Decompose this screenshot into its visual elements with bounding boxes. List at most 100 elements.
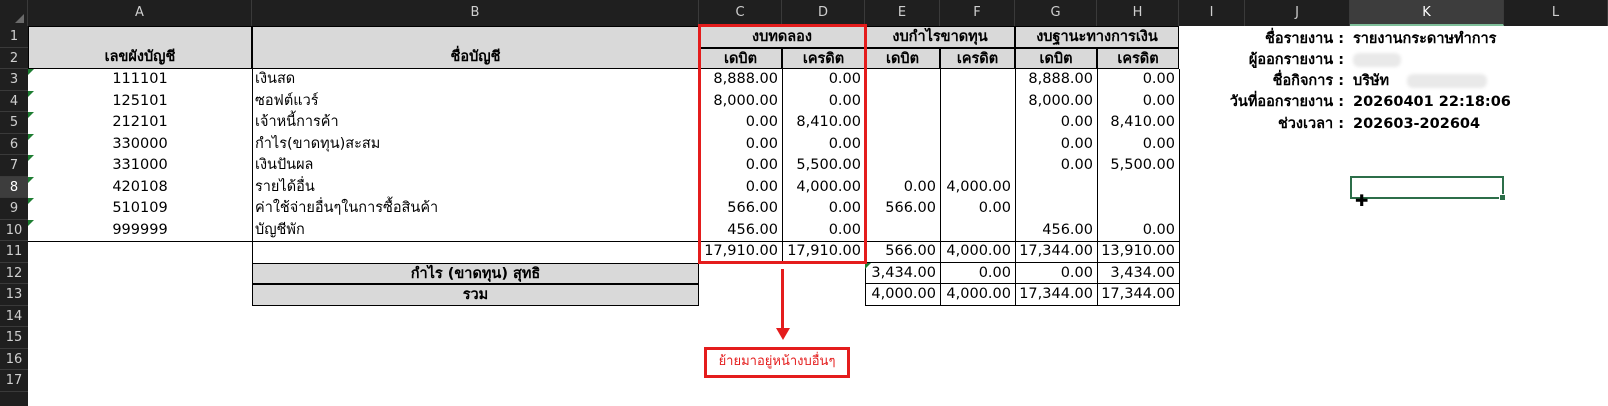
issuer-label[interactable]: ผู้ออกรายงาน :	[1193, 50, 1348, 71]
account-code-cell[interactable]: 125101	[28, 91, 252, 112]
pl-credit-cell[interactable]	[940, 69, 1015, 91]
row-header[interactable]: 1	[0, 26, 28, 48]
issue-date-value[interactable]: 20260401 22:18:06	[1350, 92, 1550, 113]
account-code-cell[interactable]: 999999	[28, 220, 252, 241]
net-profit-pl-credit[interactable]: 0.00	[940, 263, 1015, 284]
column-header-j[interactable]: J	[1245, 0, 1350, 26]
select-all-corner[interactable]	[0, 0, 28, 26]
pl-credit-cell[interactable]	[940, 134, 1015, 155]
bs-debit-cell[interactable]	[1015, 198, 1097, 220]
bs-credit-cell[interactable]	[1097, 177, 1179, 198]
net-profit-bs-credit[interactable]: 3,434.00	[1097, 263, 1179, 284]
bs-credit-cell[interactable]: 0.00	[1097, 220, 1179, 241]
bs-debit-cell[interactable]: 0.00	[1015, 112, 1097, 134]
pl-debit-cell[interactable]	[865, 69, 940, 91]
header-account-name[interactable]: ชื่อบัญชี	[252, 26, 699, 69]
account-code-cell[interactable]: 420108	[28, 177, 252, 198]
active-cell-selection[interactable]	[1350, 176, 1506, 201]
pl-debit-cell[interactable]: 0.00	[865, 177, 940, 198]
grand-total-bs-debit[interactable]: 17,344.00	[1015, 284, 1097, 306]
column-header-l[interactable]: L	[1504, 0, 1608, 26]
row-header[interactable]: 6	[0, 134, 28, 155]
report-name-label[interactable]: ชื่อรายงาน :	[1193, 29, 1348, 50]
total-pl-debit[interactable]: 566.00	[865, 241, 940, 263]
bs-credit-cell[interactable]: 0.00	[1097, 134, 1179, 155]
grand-total-label[interactable]: รวม	[252, 284, 699, 306]
bs-debit-cell[interactable]	[1015, 177, 1097, 198]
account-name-cell[interactable]: เงินสด	[252, 69, 699, 91]
total-bs-debit[interactable]: 17,344.00	[1015, 241, 1097, 263]
issuer-value-redacted[interactable]	[1350, 50, 1450, 71]
account-code-cell[interactable]: 111101	[28, 69, 252, 91]
bs-credit-cell[interactable]: 8,410.00	[1097, 112, 1179, 134]
account-name-cell[interactable]: รายได้อื่น	[252, 177, 699, 198]
pl-debit-cell[interactable]	[865, 134, 940, 155]
column-header-g[interactable]: G	[1015, 0, 1097, 26]
row-header[interactable]: 12	[0, 263, 28, 284]
column-header-h[interactable]: H	[1097, 0, 1179, 26]
bs-credit-cell[interactable]: 5,500.00	[1097, 155, 1179, 177]
account-name-cell[interactable]: ซอฟต์แวร์	[252, 91, 699, 112]
row-header[interactable]: 14	[0, 306, 28, 327]
bs-credit-cell[interactable]	[1097, 198, 1179, 220]
bs-debit-cell[interactable]: 0.00	[1015, 134, 1097, 155]
worksheet-grid[interactable]: เลขผังบัญชี ชื่อบัญชี งบทดลอง งบกำไรขาดท…	[28, 24, 1608, 406]
bs-debit-cell[interactable]: 8,000.00	[1015, 91, 1097, 112]
account-code-cell[interactable]: 212101	[28, 112, 252, 134]
pl-credit-cell[interactable]	[940, 220, 1015, 241]
row-header[interactable]: 11	[0, 241, 28, 263]
fill-handle[interactable]	[1499, 194, 1506, 201]
period-value[interactable]: 202603-202604	[1350, 114, 1550, 135]
bs-debit-cell[interactable]: 456.00	[1015, 220, 1097, 241]
pl-credit-cell[interactable]	[940, 91, 1015, 112]
account-name-cell[interactable]: บัญชีพัก	[252, 220, 699, 241]
pl-credit-cell[interactable]	[940, 155, 1015, 177]
header-balance-sheet[interactable]: งบฐานะทางการเงิน	[1015, 26, 1179, 48]
pl-debit-cell[interactable]	[865, 220, 940, 241]
total-bs-credit[interactable]: 13,910.00	[1097, 241, 1179, 263]
column-header-e[interactable]: E	[865, 0, 940, 26]
pl-credit-cell[interactable]: 4,000.00	[940, 177, 1015, 198]
header-account-no[interactable]: เลขผังบัญชี	[28, 26, 252, 69]
row-header[interactable]: 4	[0, 91, 28, 112]
net-profit-pl-debit[interactable]: 3,434.00	[865, 263, 940, 284]
row-header[interactable]: 3	[0, 69, 28, 91]
column-header-k[interactable]: K	[1350, 0, 1504, 26]
issue-date-label[interactable]: วันที่ออกรายงาน :	[1193, 92, 1348, 113]
company-value[interactable]: บริษัท	[1350, 71, 1410, 92]
account-name-cell[interactable]: กำไร(ขาดทุน)สะสม	[252, 134, 699, 155]
account-name-cell[interactable]: เงินปันผล	[252, 155, 699, 177]
column-header-d[interactable]: D	[782, 0, 865, 26]
row-header[interactable]: 16	[0, 349, 28, 370]
account-code-cell[interactable]: 330000	[28, 134, 252, 155]
column-header-i[interactable]: I	[1179, 0, 1245, 26]
period-label[interactable]: ช่วงเวลา :	[1193, 114, 1348, 135]
account-code-cell[interactable]: 510109	[28, 198, 252, 220]
row-header[interactable]: 17	[0, 370, 28, 392]
account-name-cell[interactable]: ค่าใช้จ่ายอื่นๆในการซื้อสินค้า	[252, 198, 699, 220]
header-bs-debit[interactable]: เดบิต	[1015, 48, 1097, 69]
row-header[interactable]: 2	[0, 48, 28, 69]
pl-credit-cell[interactable]	[940, 112, 1015, 134]
pl-debit-cell[interactable]	[865, 91, 940, 112]
bs-credit-cell[interactable]: 0.00	[1097, 91, 1179, 112]
row-header[interactable]: 13	[0, 284, 28, 306]
total-pl-credit[interactable]: 4,000.00	[940, 241, 1015, 263]
column-header-f[interactable]: F	[940, 0, 1015, 26]
row-header[interactable]: 5	[0, 112, 28, 134]
bs-debit-cell[interactable]: 8,888.00	[1015, 69, 1097, 91]
header-bs-credit[interactable]: เครดิต	[1097, 48, 1179, 69]
header-pl-credit[interactable]: เครดิต	[940, 48, 1015, 69]
account-code-cell[interactable]: 331000	[28, 155, 252, 177]
row-header[interactable]: 9	[0, 198, 28, 220]
header-profit-loss[interactable]: งบกำไรขาดทุน	[865, 26, 1015, 48]
row-header[interactable]: 7	[0, 155, 28, 177]
bs-debit-cell[interactable]: 0.00	[1015, 155, 1097, 177]
report-name-value[interactable]: รายงานกระดาษทำการ	[1350, 29, 1550, 50]
grand-total-bs-credit[interactable]: 17,344.00	[1097, 284, 1179, 306]
pl-debit-cell[interactable]	[865, 112, 940, 134]
row-header-selected[interactable]: 8	[0, 177, 28, 198]
net-profit-bs-debit[interactable]: 0.00	[1015, 263, 1097, 284]
pl-debit-cell[interactable]: 566.00	[865, 198, 940, 220]
column-header-a[interactable]: A	[28, 0, 252, 26]
